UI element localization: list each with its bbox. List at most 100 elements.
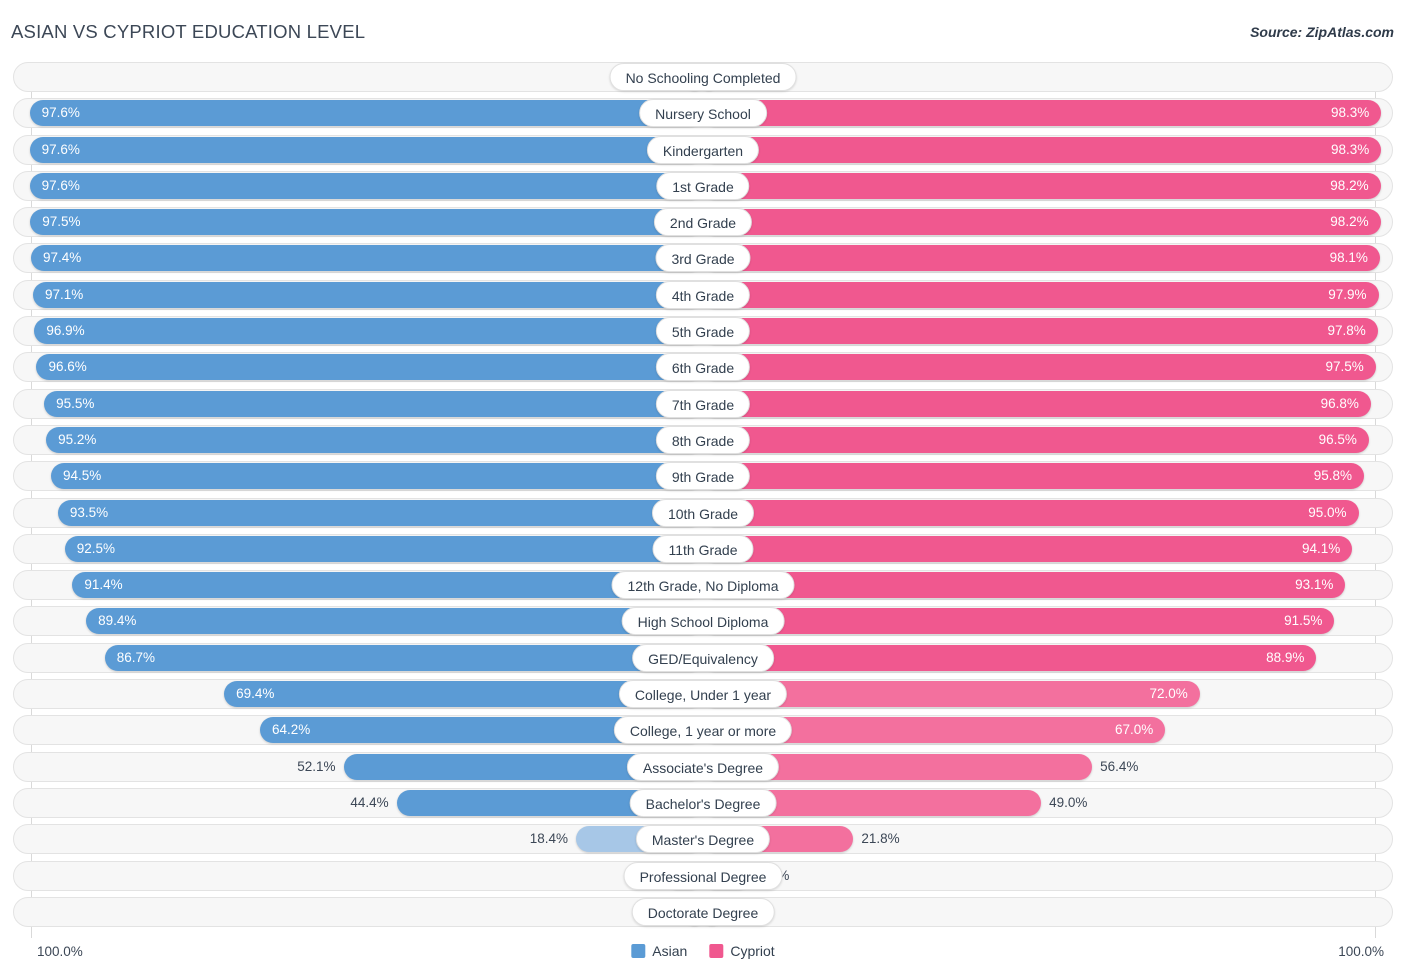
bar-row: 44.4% 49.0% Bachelor's Degree [0, 787, 1406, 818]
cypriot-bar[interactable]: 98.3% [703, 136, 1382, 163]
category-label: 12th Grade, No Diploma [611, 571, 795, 600]
category-label: 6th Grade [655, 353, 751, 382]
category-label: 3rd Grade [655, 244, 751, 273]
bar-row: 5.5%6.9%Professional Degree [0, 860, 1406, 891]
cypriot-bar[interactable]: 88.9% [703, 644, 1317, 671]
asian-bar[interactable]: 97.6% [29, 136, 703, 163]
asian-bar[interactable]: 89.4% [86, 608, 703, 635]
cypriot-bar[interactable]: 96.5% [703, 426, 1369, 453]
asian-half: 95.5% [13, 389, 703, 419]
cypriot-bar[interactable]: 91.5% [703, 608, 1335, 635]
cypriot-half: 72.0% [703, 679, 1393, 709]
cypriot-value-label: 21.8% [861, 831, 900, 847]
asian-bar[interactable]: 94.5% [50, 463, 703, 490]
cypriot-half: 91.5% [703, 606, 1393, 636]
asian-bar[interactable]: 91.4% [72, 572, 703, 599]
asian-bar[interactable]: 97.1% [33, 281, 703, 308]
bar-row: 94.5% 95.8% 9th Grade [0, 461, 1406, 492]
cypriot-half: 98.2% [703, 171, 1393, 201]
cypriot-bar[interactable]: 98.2% [703, 172, 1381, 199]
asian-half: 97.5% [13, 207, 703, 237]
cypriot-value-label: 96.8% [1320, 395, 1359, 411]
cypriot-half: 56.4% [703, 752, 1393, 782]
cypriot-value-label: 72.0% [1149, 686, 1188, 702]
category-label: 9th Grade [655, 462, 751, 491]
cypriot-bar[interactable]: 98.1% [703, 245, 1380, 272]
asian-half: 95.2% [13, 425, 703, 455]
bar-row: 89.4% 91.5% High School Diploma [0, 606, 1406, 637]
asian-bar[interactable]: 93.5% [57, 499, 703, 526]
bar-row: 93.5% 95.0% 10th Grade [0, 497, 1406, 528]
cypriot-bar[interactable]: 97.8% [703, 318, 1378, 345]
chart-legend: Asian Cypriot [631, 943, 775, 959]
asian-bar[interactable]: 86.7% [104, 644, 703, 671]
bar-row: 64.2% 67.0% College, 1 year or more [0, 715, 1406, 746]
asian-value-label: 86.7% [116, 649, 156, 665]
cypriot-bar[interactable]: 98.3% [703, 100, 1382, 127]
cypriot-bar[interactable]: 94.1% [703, 535, 1353, 562]
cypriot-bar[interactable]: 98.2% [703, 209, 1381, 236]
cypriot-half: 98.2% [703, 207, 1393, 237]
asian-bar[interactable]: 97.4% [30, 245, 703, 272]
bar-row: 97.6% 98.3% Kindergarten [0, 134, 1406, 165]
bar-row: 96.9% 97.8% 5th Grade [0, 316, 1406, 347]
bar-row: 2.4%2.6%Doctorate Degree [0, 896, 1406, 927]
cypriot-value-label: 98.2% [1330, 177, 1369, 193]
category-label: 10th Grade [651, 498, 755, 527]
bar-row: 2.4%1.7%No Schooling Completed [0, 62, 1406, 92]
asian-half: 18.4% [13, 824, 703, 854]
bar-row: 96.6% 97.5% 6th Grade [0, 352, 1406, 383]
asian-value-label: 97.4% [42, 250, 82, 266]
cypriot-half: 93.1% [703, 570, 1393, 600]
asian-value-label: 69.4% [236, 686, 275, 702]
asian-bar[interactable]: 96.6% [36, 354, 703, 381]
cypriot-value-label: 98.3% [1330, 105, 1370, 121]
asian-bar[interactable]: 92.5% [64, 535, 703, 562]
category-label: College, Under 1 year [618, 680, 788, 709]
bar-row: 97.5% 98.2% 2nd Grade [0, 207, 1406, 238]
asian-half: 5.5% [13, 861, 703, 891]
legend-item[interactable]: Cypriot [709, 943, 775, 959]
cypriot-half: 98.3% [703, 98, 1393, 128]
cypriot-half: 97.9% [703, 280, 1393, 310]
asian-half: 91.4% [13, 570, 703, 600]
asian-bar[interactable]: 97.5% [30, 209, 703, 236]
bar-row: 97.4% 98.1% 3rd Grade [0, 243, 1406, 274]
cypriot-half: 95.8% [703, 461, 1393, 491]
asian-bar[interactable]: 97.6% [29, 100, 703, 127]
bar-row: 97.6% 98.2% 1st Grade [0, 170, 1406, 201]
cypriot-bar[interactable]: 96.8% [703, 390, 1371, 417]
asian-value-label: 95.2% [58, 431, 97, 447]
category-label: Doctorate Degree [631, 897, 775, 926]
legend-label: Cypriot [730, 943, 775, 959]
cypriot-bar[interactable]: 95.8% [703, 463, 1365, 490]
cypriot-value-label: 95.0% [1308, 504, 1347, 520]
asian-bar[interactable]: 96.9% [34, 318, 703, 345]
chart-header: ASIAN VS CYPRIOT EDUCATION LEVEL Source:… [0, 0, 1406, 62]
cypriot-half: 6.9% [703, 861, 1393, 891]
legend-item[interactable]: Asian [631, 943, 687, 959]
bar-row: 95.2% 96.5% 8th Grade [0, 424, 1406, 455]
asian-half: 93.5% [13, 498, 703, 528]
asian-half: 64.2% [13, 715, 703, 745]
cypriot-bar[interactable]: 95.0% [703, 499, 1359, 526]
asian-half: 97.6% [13, 98, 703, 128]
category-label: 11th Grade [652, 534, 754, 563]
asian-half: 86.7% [13, 643, 703, 673]
asian-value-label: 93.5% [69, 504, 109, 520]
cypriot-bar[interactable]: 97.5% [703, 354, 1376, 381]
asian-bar[interactable]: 95.2% [46, 426, 703, 453]
cypriot-bar[interactable]: 93.1% [703, 572, 1346, 599]
asian-half: 69.4% [13, 679, 703, 709]
cypriot-value-label: 97.9% [1328, 286, 1367, 302]
cypriot-half: 67.0% [703, 715, 1393, 745]
cypriot-bar[interactable]: 97.9% [703, 281, 1379, 308]
asian-value-label: 96.6% [48, 359, 87, 375]
asian-bar[interactable]: 97.6% [29, 172, 703, 199]
category-label: GED/Equivalency [632, 643, 774, 672]
asian-half: 94.5% [13, 461, 703, 491]
category-label: 8th Grade [655, 425, 751, 454]
category-label: 5th Grade [655, 317, 751, 346]
bar-row: 91.4% 93.1% 12th Grade, No Diploma [0, 570, 1406, 601]
asian-bar[interactable]: 95.5% [44, 390, 703, 417]
